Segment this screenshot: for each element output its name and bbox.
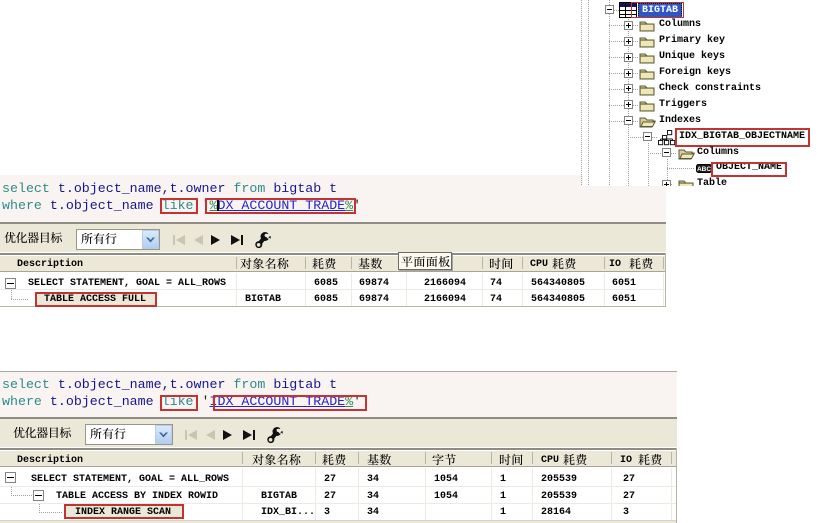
svg-text:ABC: ABC [697,166,711,173]
